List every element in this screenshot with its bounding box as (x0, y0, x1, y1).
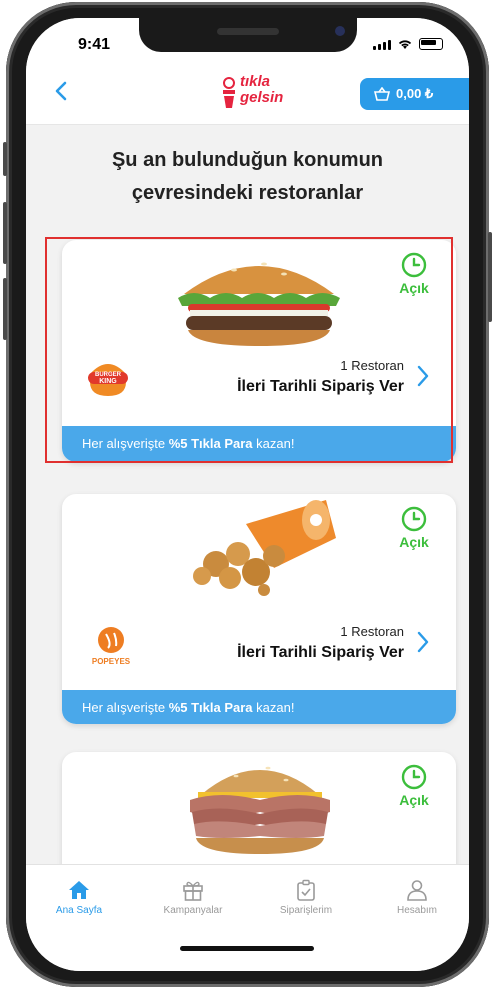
orders-icon (297, 879, 315, 901)
phone-frame: 9:41 tıkla gelsin 0,00 ₺ Şu an bulunduğu… (3, 2, 492, 987)
burger-king-logo: BURGER KING (86, 354, 130, 403)
open-status-badge: Açık (394, 506, 434, 550)
promo-bold: %5 Tıkla Para (168, 700, 253, 715)
back-button[interactable] (54, 80, 78, 104)
open-status-badge: Açık (394, 764, 434, 808)
page-title-line2: çevresindeki restoranlar (131, 182, 364, 204)
sandwich-image (190, 766, 330, 854)
wallet-amount: 0,00 ₺ (396, 86, 434, 101)
promo-suffix: kazan! (252, 700, 295, 715)
app-logo: tıkla gelsin (220, 74, 300, 114)
open-status-label: Açık (399, 280, 429, 296)
burger-king-logo-icon: BURGER KING (88, 364, 128, 396)
clock-icon (401, 252, 427, 278)
chicken-image (193, 500, 336, 596)
clock-icon (401, 764, 427, 790)
logo-line2: gelsin (240, 89, 284, 106)
wifi-icon (398, 40, 412, 49)
gift-icon (183, 881, 203, 901)
schedule-order-label[interactable]: İleri Tarihli Sipariş Ver (237, 378, 404, 396)
tab-account[interactable]: Hesabım (372, 879, 462, 916)
tab-bar: Ana Sayfa Kampanyalar Siparişlerim Hesab… (26, 864, 469, 971)
status-icons (373, 38, 443, 50)
tab-label: Siparişlerim (279, 905, 333, 916)
brand-line1: POPEYES (92, 657, 131, 666)
popeyes-logo: POPEYES (86, 624, 136, 673)
chevron-right-icon[interactable] (416, 364, 430, 395)
clock-icon (401, 506, 427, 532)
volume-down-button (3, 278, 7, 340)
tab-campaigns[interactable]: Kampanyalar (148, 879, 238, 916)
notch (139, 18, 357, 52)
promo-prefix: Her alışverişte (82, 436, 169, 451)
wallet-button[interactable]: 0,00 ₺ (360, 78, 469, 110)
mute-switch (3, 142, 7, 176)
restaurant-count: 1 Restoran (340, 358, 404, 373)
promo-banner: Her alışverişte %5 Tıkla Para kazan! (62, 426, 456, 462)
open-status-badge: Açık (394, 252, 434, 296)
tab-label: Hesabım (396, 905, 437, 916)
tab-orders[interactable]: Siparişlerim (261, 879, 351, 916)
restaurant-card-burger-king[interactable]: Açık BURGER KING 1 Restoran İleri Tarihl… (62, 240, 456, 462)
camera (335, 26, 345, 36)
restaurant-count: 1 Restoran (340, 624, 404, 639)
popeyes-logo-icon: POPEYES (92, 627, 131, 666)
chevron-left-icon (55, 81, 67, 101)
restaurant-card-popeyes[interactable]: Açık POPEYES 1 Restoran İleri Tarihli Si… (62, 494, 456, 724)
speaker (217, 28, 279, 35)
basket-icon (374, 87, 390, 101)
chevron-right-icon[interactable] (416, 630, 430, 661)
open-status-label: Açık (399, 534, 429, 550)
tab-label: Kampanyalar (163, 905, 223, 916)
page-title-line1: Şu an bulunduğun konumun (111, 149, 384, 171)
logo-line1: tıkla (240, 73, 271, 90)
promo-suffix: kazan! (252, 436, 295, 451)
schedule-order-label[interactable]: İleri Tarihli Sipariş Ver (237, 644, 404, 662)
home-icon (69, 881, 89, 899)
user-icon (407, 880, 427, 901)
burger-image (178, 262, 340, 346)
tab-home[interactable]: Ana Sayfa (34, 879, 124, 916)
promo-bold: %5 Tıkla Para (168, 436, 253, 451)
open-status-label: Açık (399, 792, 429, 808)
logo-text: tıkla gelsin (240, 74, 283, 106)
signal-icon (373, 40, 391, 50)
logo-mark-icon (223, 77, 235, 108)
page-title: Şu an bulunduğun konumun çevresindeki re… (26, 144, 469, 210)
tab-label: Ana Sayfa (55, 905, 103, 916)
phone-screen: 9:41 tıkla gelsin 0,00 ₺ Şu an bulunduğu… (26, 18, 469, 971)
status-time: 9:41 (78, 36, 111, 53)
home-indicator (180, 946, 314, 951)
promo-prefix: Her alışverişte (82, 700, 169, 715)
promo-banner: Her alışverişte %5 Tıkla Para kazan! (62, 690, 456, 724)
power-button (488, 232, 492, 322)
battery-icon (419, 38, 443, 50)
brand-line2: KING (99, 378, 117, 385)
volume-up-button (3, 202, 7, 264)
app-header: tıkla gelsin 0,00 ₺ (26, 62, 469, 125)
